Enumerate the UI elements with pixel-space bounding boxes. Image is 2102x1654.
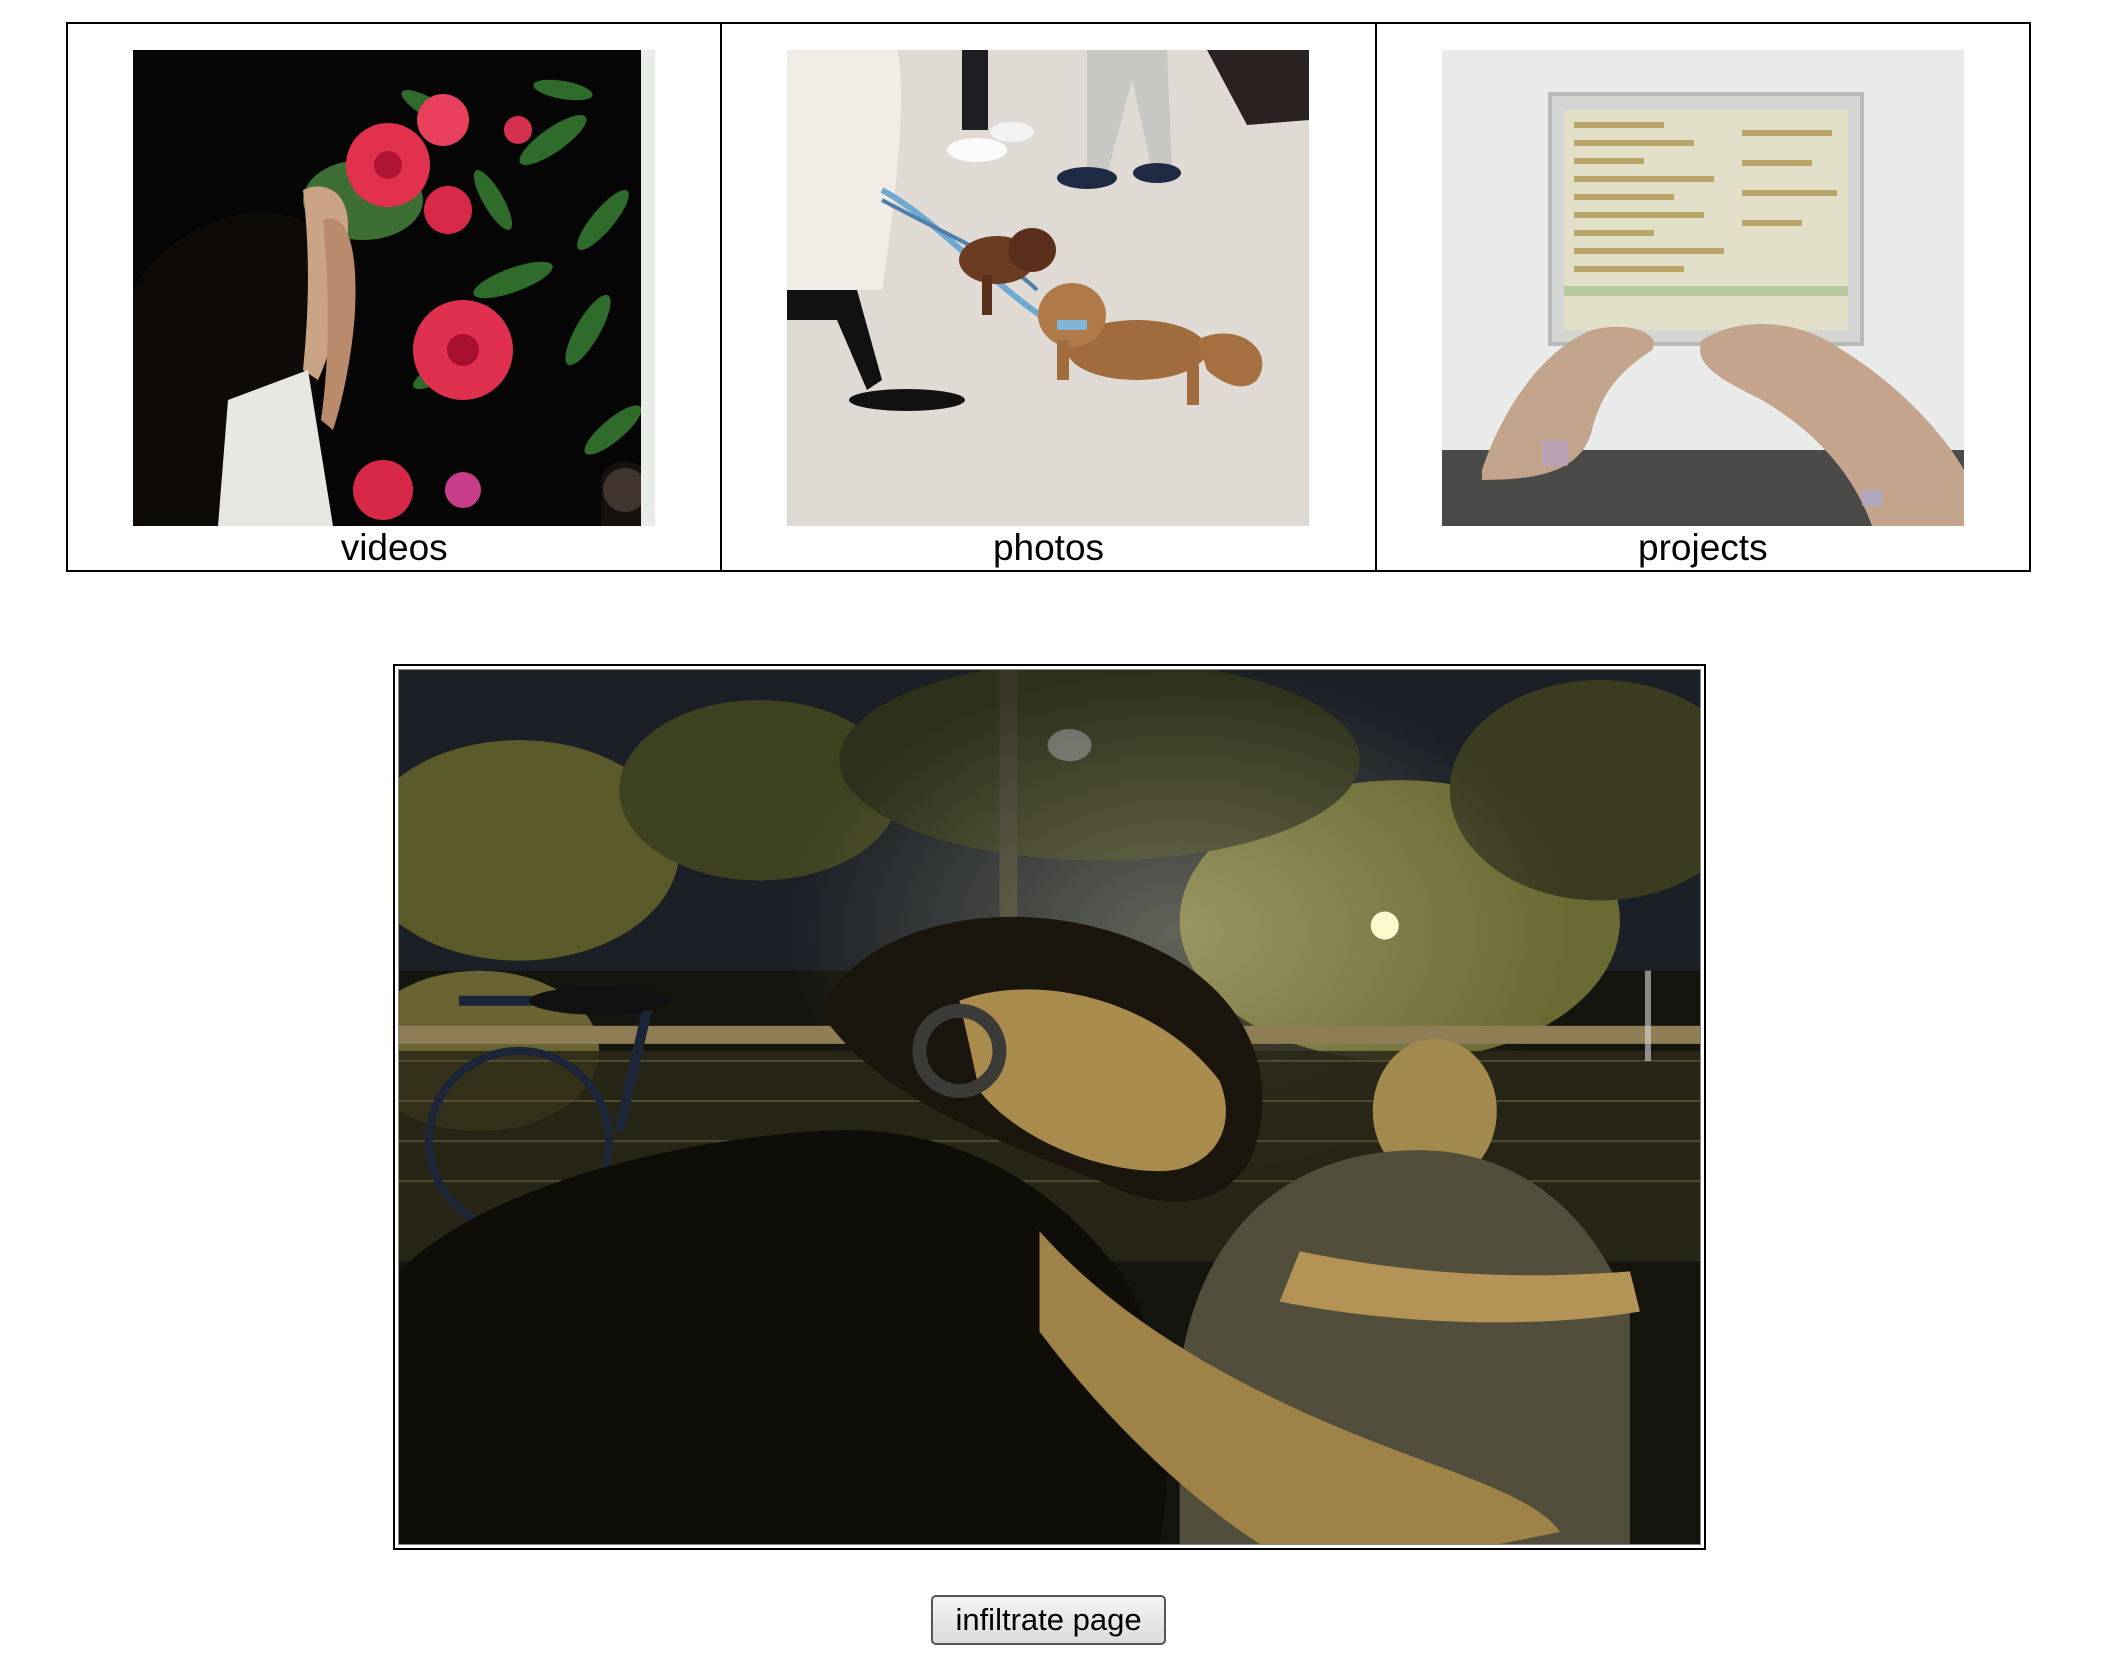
- videos-thumbnail-image[interactable]: [133, 50, 656, 526]
- infiltrate-page-button[interactable]: infiltrate page: [931, 1595, 1166, 1645]
- featured-photo: [398, 669, 1701, 1545]
- featured-photo-frame: [393, 664, 1706, 1550]
- nav-item-videos[interactable]: videos: [68, 24, 723, 570]
- photos-thumbnail-image[interactable]: [787, 50, 1310, 526]
- nav-label-photos: photos: [992, 527, 1105, 568]
- projects-thumbnail-image[interactable]: [1441, 50, 1964, 526]
- nav-item-photos[interactable]: photos: [722, 24, 1377, 570]
- nav-item-projects[interactable]: projects: [1377, 24, 2029, 570]
- nav-label-projects: projects: [1638, 527, 1768, 568]
- nav-grid: videos photos projects: [66, 22, 2031, 572]
- nav-label-videos: videos: [340, 527, 448, 568]
